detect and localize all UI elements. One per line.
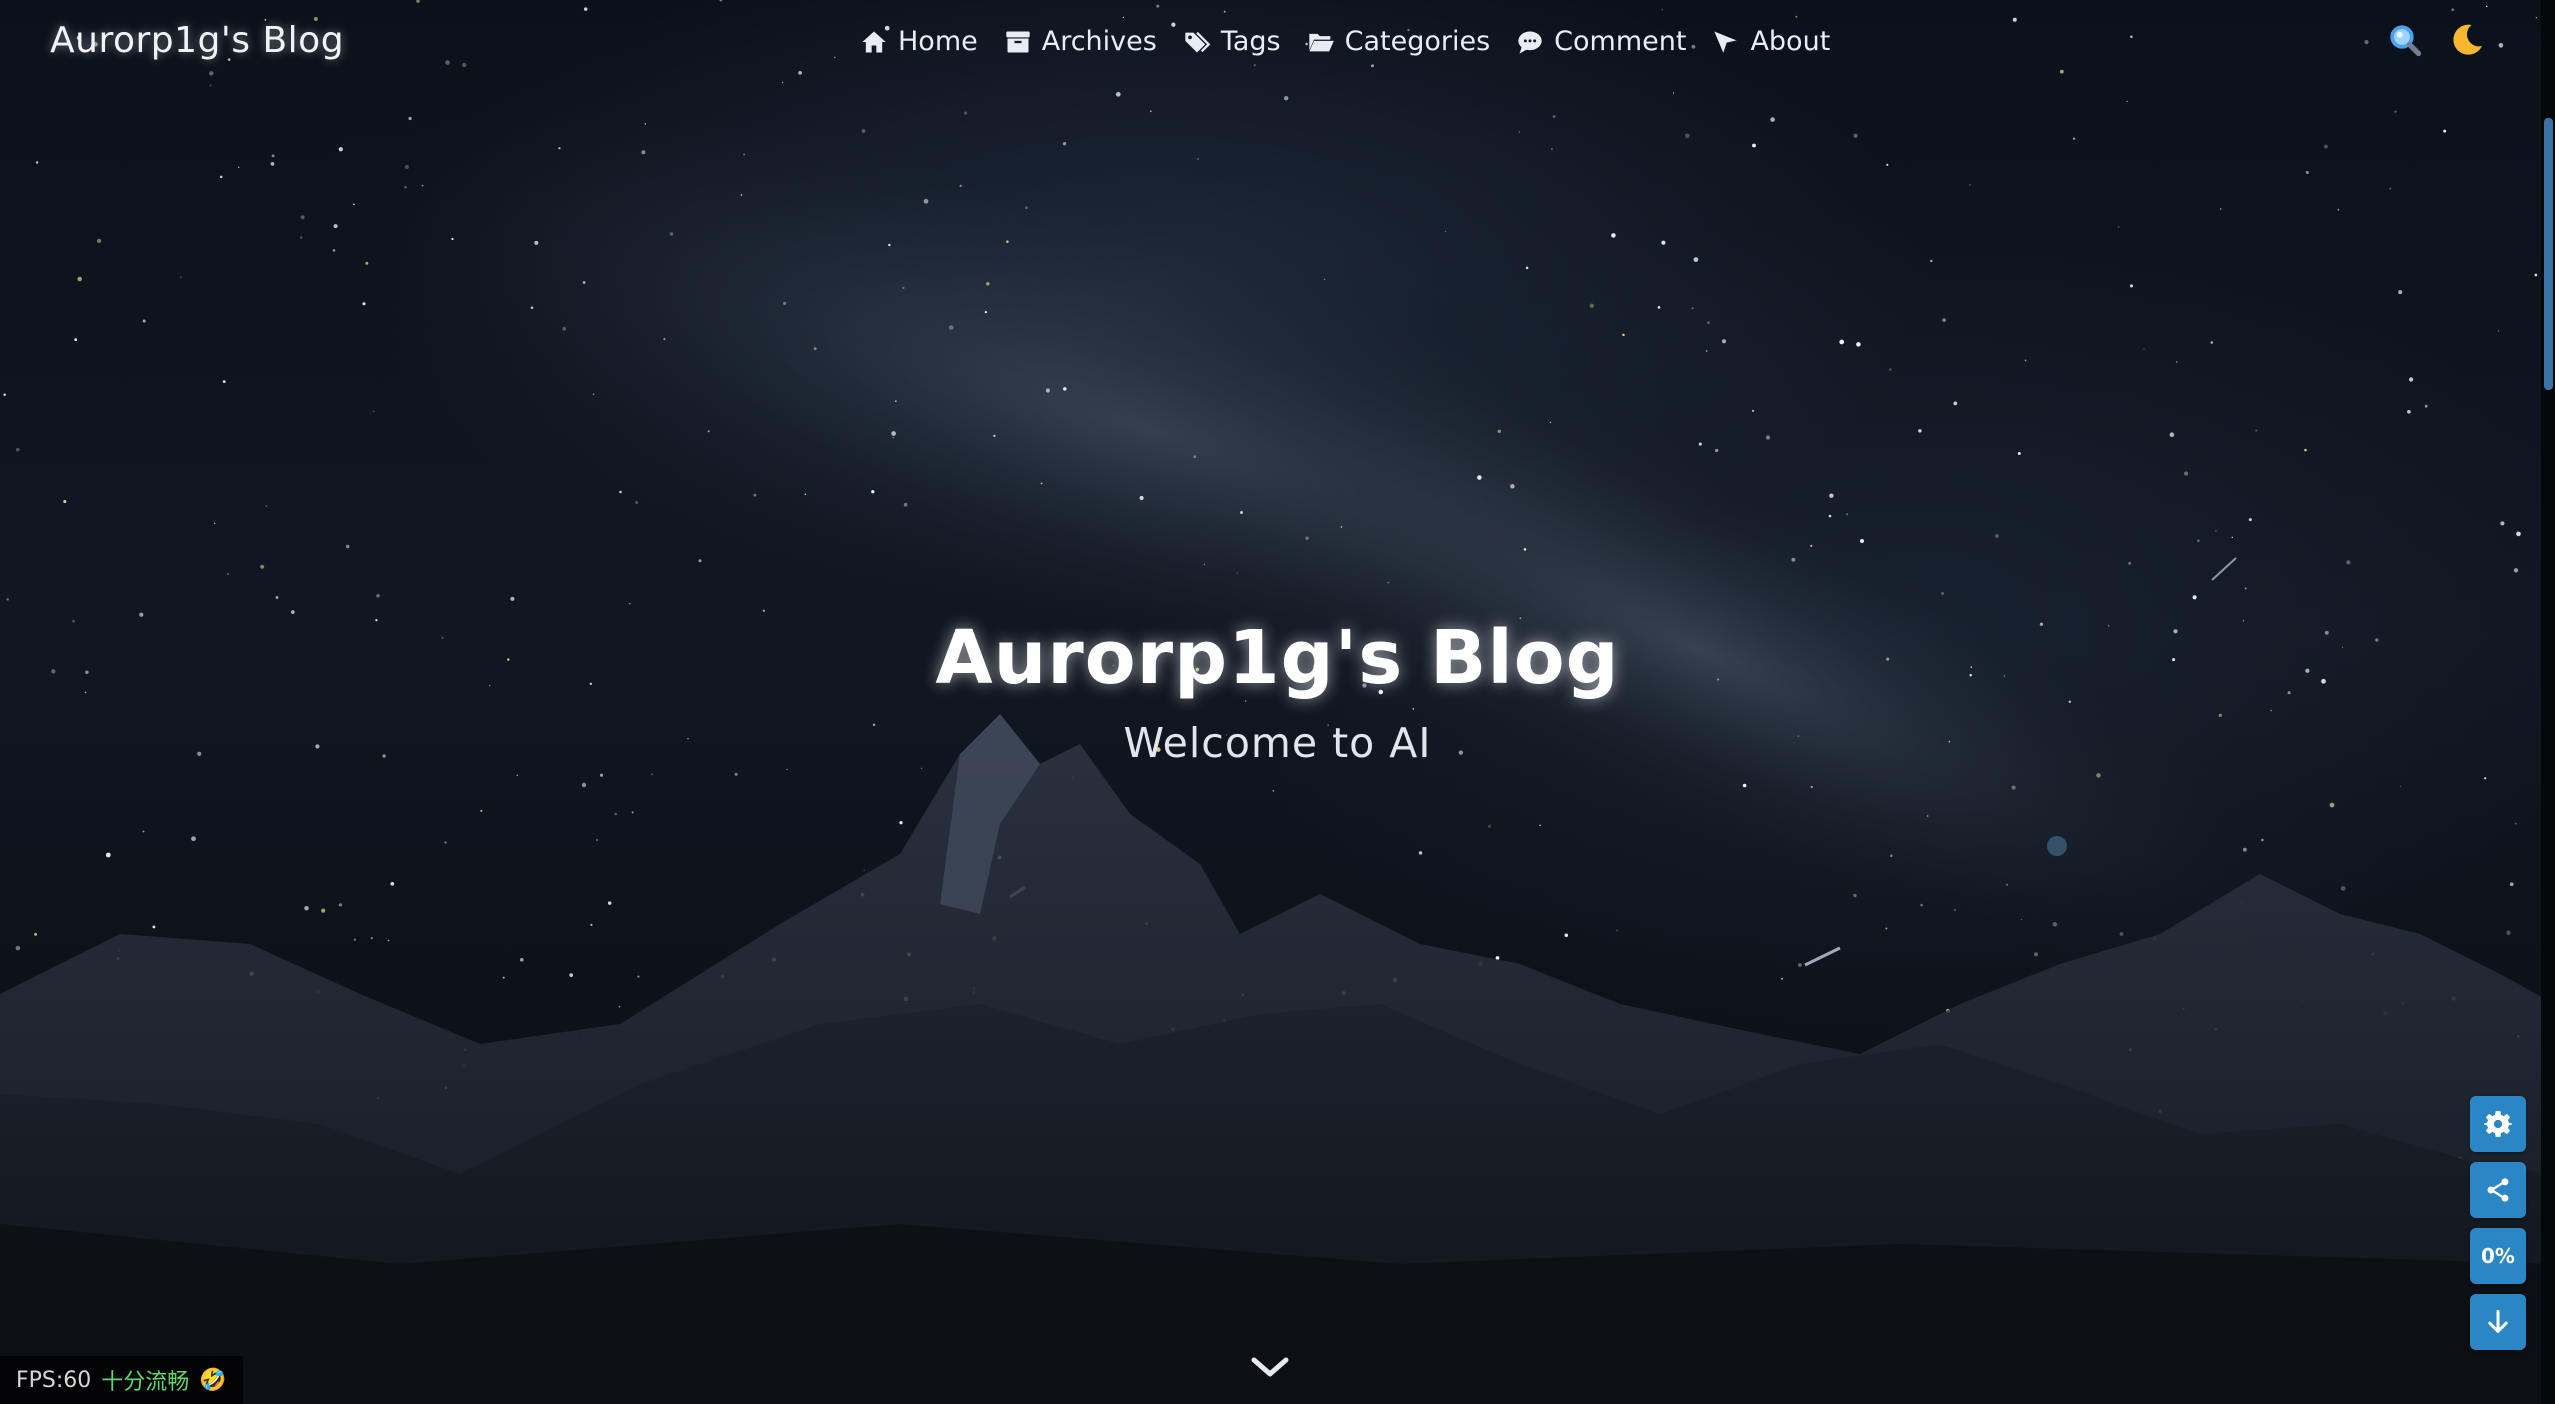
share-button[interactable] — [2470, 1162, 2526, 1218]
page: Aurorp1g's Blog Home Archives Tags Categ… — [0, 0, 2555, 1404]
top-actions — [2387, 22, 2485, 58]
nav-item-categories[interactable]: Categories — [1307, 26, 1491, 57]
right-side-toolbar: 0% — [2470, 1096, 2526, 1350]
nav-item-about[interactable]: About — [1712, 26, 1830, 57]
nav-item-tags[interactable]: Tags — [1183, 26, 1281, 57]
nav-item-label: Archives — [1041, 26, 1157, 57]
folder-open-icon — [1308, 33, 1334, 51]
nav-item-comment[interactable]: Comment — [1516, 26, 1686, 57]
nav-item-label: Categories — [1344, 26, 1491, 57]
moon-icon[interactable] — [2449, 22, 2485, 58]
nav-item-home[interactable]: Home — [860, 26, 978, 57]
fps-value: FPS:60 — [16, 1367, 92, 1393]
nav-item-label: Tags — [1220, 26, 1281, 57]
comment-icon — [1518, 31, 1542, 54]
nav-item-label: Comment — [1554, 26, 1687, 57]
main-nav: Home Archives Tags Categories Comment Ab… — [860, 26, 1830, 57]
nav-item-label: Home — [898, 26, 978, 57]
reading-progress-button[interactable]: 0% — [2470, 1228, 2526, 1284]
fps-status: 十分流畅 — [101, 1370, 190, 1395]
site-title-link[interactable]: Aurorp1g's Blog — [50, 20, 344, 61]
share-icon — [2487, 1178, 2509, 1202]
arrow-down-icon — [2488, 1309, 2508, 1333]
home-icon — [862, 31, 886, 52]
scroll-to-bottom-button[interactable] — [2470, 1294, 2526, 1350]
search-icon[interactable] — [2387, 22, 2423, 58]
fps-indicator: FPS:60 十分流畅 🤣 — [0, 1356, 243, 1404]
paper-plane-icon — [1714, 31, 1739, 54]
gear-icon — [2484, 1111, 2512, 1137]
reading-progress-label: 0% — [2481, 1244, 2515, 1268]
scrollbar-thumb[interactable] — [2544, 118, 2553, 390]
page-scrollbar[interactable] — [2541, 0, 2555, 1404]
hero-title: Aurorp1g's Blog — [935, 615, 1620, 701]
scroll-down-icon[interactable] — [1248, 1348, 1292, 1388]
nav-item-archives[interactable]: Archives — [1004, 26, 1157, 57]
mountain-silhouette — [0, 714, 2555, 1404]
tags-icon — [1185, 31, 1211, 52]
hero-subtitle: Welcome to AI — [1123, 719, 1432, 767]
archive-icon — [1006, 31, 1030, 52]
fps-emoji: 🤣 — [199, 1367, 227, 1393]
hero-section: Aurorp1g's Blog Welcome to AI — [0, 615, 2555, 767]
nav-item-label: About — [1750, 26, 1831, 57]
settings-button[interactable] — [2470, 1096, 2526, 1152]
top-navbar: Aurorp1g's Blog Home Archives Tags Categ… — [0, 0, 2555, 90]
